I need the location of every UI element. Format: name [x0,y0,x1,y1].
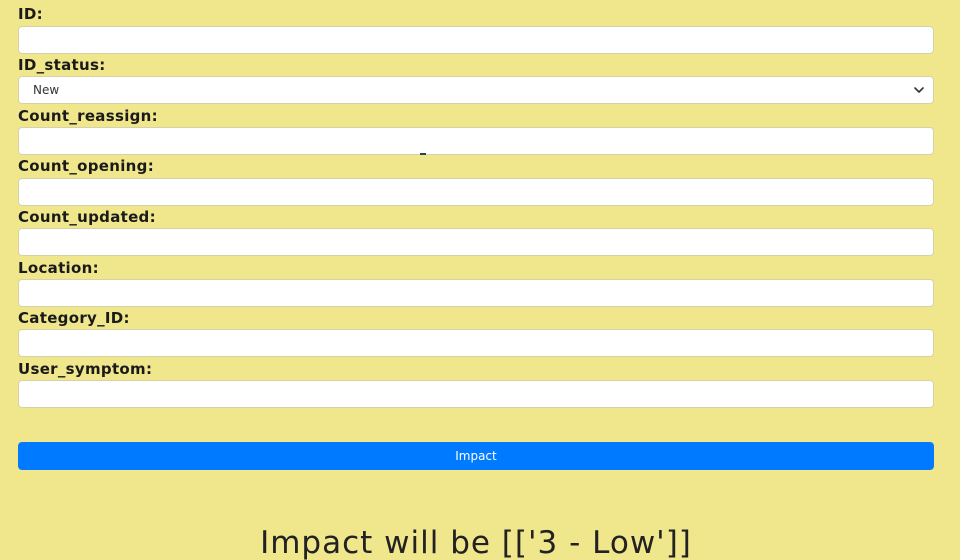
mouse-cursor-mark [420,153,426,155]
location-label: Location: [18,259,99,277]
prediction-result: Impact will be [['3 - Low']] [260,525,692,560]
category-id-input[interactable] [18,329,934,357]
location-input[interactable] [18,279,934,307]
count-reassign-input[interactable] [18,127,934,155]
id-label: ID: [18,5,43,23]
impact-button[interactable]: Impact [18,442,934,470]
prediction-form: ID: ID_status: New Count_reassign: Count… [0,0,960,560]
count-updated-input[interactable] [18,228,934,256]
count-updated-label: Count_updated: [18,208,156,226]
category-id-label: Category_ID: [18,309,130,327]
user-symptom-input[interactable] [18,380,934,408]
id-status-selected-value: New [33,83,60,97]
id-status-label: ID_status: [18,56,106,74]
id-status-select[interactable]: New [18,76,934,104]
count-opening-label: Count_opening: [18,157,154,175]
count-reassign-label: Count_reassign: [18,107,158,125]
count-opening-input[interactable] [18,178,934,206]
chevron-down-icon [914,87,924,93]
id-input[interactable] [18,26,934,54]
user-symptom-label: User_symptom: [18,360,153,378]
